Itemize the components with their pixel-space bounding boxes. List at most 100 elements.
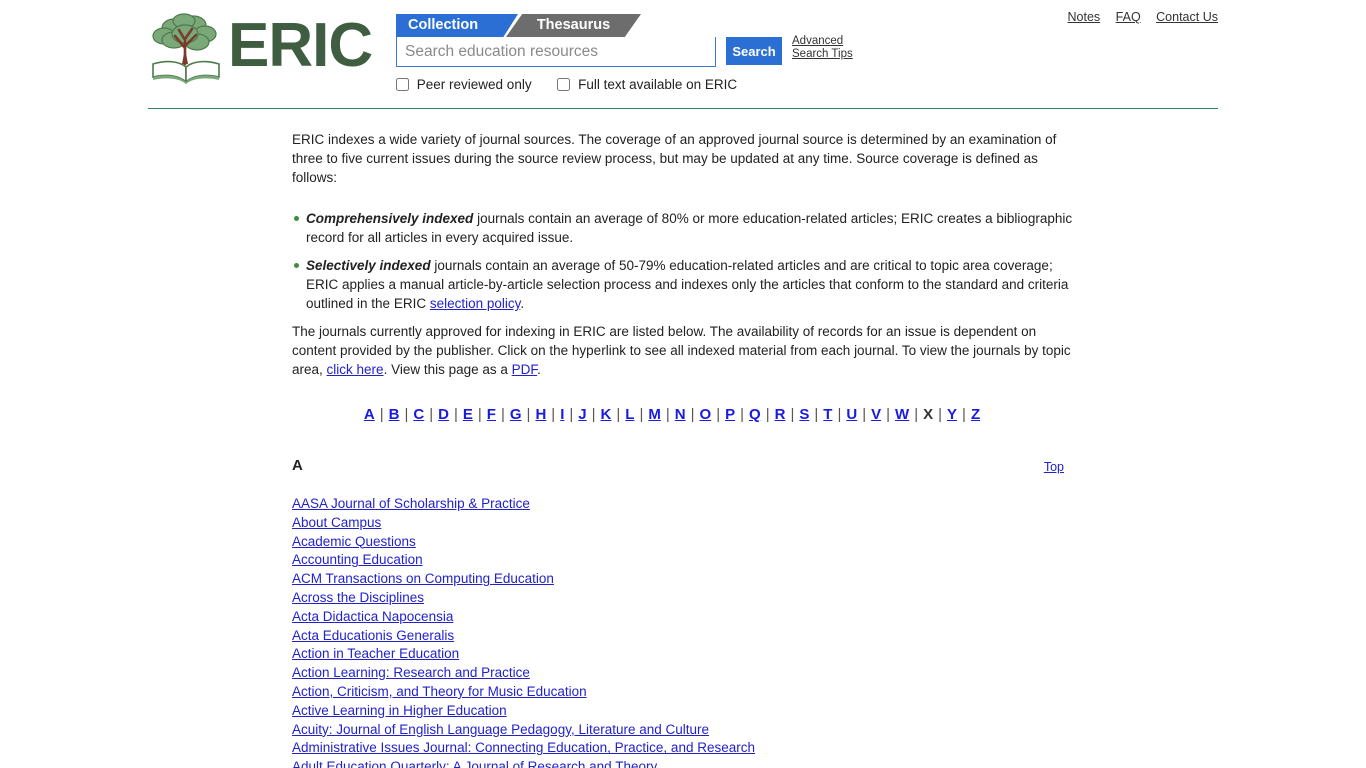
alphabet-link-y[interactable]: Y xyxy=(946,406,958,423)
alphabet-link-v[interactable]: V xyxy=(870,406,882,423)
tab-collection[interactable]: Collection xyxy=(396,14,518,37)
alphabet-separator: | xyxy=(453,406,458,423)
alphabet-separator: | xyxy=(962,406,966,423)
alphabet-separator: | xyxy=(837,406,842,423)
alphabet-link-t[interactable]: T xyxy=(822,406,833,423)
alphabet-link-e[interactable]: E xyxy=(462,406,474,423)
alphabet-link-b[interactable]: B xyxy=(388,406,401,423)
alphabet-link-s[interactable]: S xyxy=(798,406,810,423)
alphabet-link-w[interactable]: W xyxy=(894,406,910,423)
alphabet-link-d[interactable]: D xyxy=(437,406,450,423)
coverage-definitions: Comprehensively indexed journals contain… xyxy=(292,209,1082,313)
alphabet-separator: | xyxy=(914,406,919,423)
filter-peer-reviewed[interactable]: Peer reviewed only xyxy=(396,77,532,92)
search-input[interactable] xyxy=(396,37,716,67)
alphabet-separator: | xyxy=(716,406,721,423)
eric-logo[interactable]: ERIC xyxy=(148,11,378,84)
journal-link[interactable]: Action Learning: Research and Practice xyxy=(292,665,530,680)
alphabet-separator: | xyxy=(790,406,795,423)
journal-link[interactable]: Accounting Education xyxy=(292,552,423,567)
main-content: ERIC indexes a wide variety of journal s… xyxy=(292,130,1082,768)
alphabet-link-z[interactable]: Z xyxy=(970,406,981,423)
page-root: ERIC Collection Thesaurus Search Advance… xyxy=(0,0,1366,768)
search-filters: Peer reviewed only Full text available o… xyxy=(396,77,1016,97)
alphabet-link-p[interactable]: P xyxy=(724,406,736,423)
journal-link[interactable]: Academic Questions xyxy=(292,534,416,549)
nav-faq[interactable]: FAQ xyxy=(1116,10,1141,24)
search-button[interactable]: Search xyxy=(726,37,782,65)
alphabet-link-j[interactable]: J xyxy=(577,406,587,423)
journal-link[interactable]: Active Learning in Higher Education xyxy=(292,703,507,718)
alphabet-link-c[interactable]: C xyxy=(412,406,425,423)
alphabet-nav: A | B | C | D | E | F | G | H | I | J | K | L | M | N | O | P | Q | R | S | T |… xyxy=(292,405,1052,424)
list-item: Action in Teacher Education xyxy=(292,645,1082,664)
alphabet-link-o[interactable]: O xyxy=(699,406,713,423)
alphabet-link-g[interactable]: G xyxy=(509,406,523,423)
journal-link[interactable]: Acta Didactica Napocensia xyxy=(292,609,453,624)
search-scope-tabs: Collection Thesaurus xyxy=(396,14,796,37)
click-here-link[interactable]: click here xyxy=(327,362,384,377)
journal-link[interactable]: Acta Educationis Generalis xyxy=(292,628,454,643)
alphabet-link-m[interactable]: M xyxy=(647,406,662,423)
alphabet-separator: | xyxy=(404,406,409,423)
utility-nav: Notes FAQ Contact Us xyxy=(1056,10,1218,24)
list-item: Accounting Education xyxy=(292,551,1082,570)
header-divider xyxy=(148,108,1218,109)
list-item: ACM Transactions on Computing Education xyxy=(292,570,1082,589)
listing-paragraph: The journals currently approved for inde… xyxy=(292,322,1074,379)
journal-link[interactable]: Acuity: Journal of English Language Peda… xyxy=(292,722,709,737)
peer-reviewed-label: Peer reviewed only xyxy=(416,77,532,92)
list-item: Across the Disciplines xyxy=(292,589,1082,608)
alphabet-separator: | xyxy=(862,406,867,423)
alphabet-separator: | xyxy=(765,406,770,423)
journal-link[interactable]: About Campus xyxy=(292,515,381,530)
alphabet-separator: | xyxy=(814,406,819,423)
search-tips-link[interactable]: Search Tips xyxy=(792,48,912,61)
full-text-checkbox[interactable] xyxy=(557,78,571,91)
alphabet-link-k[interactable]: K xyxy=(600,406,613,423)
tree-on-book-icon xyxy=(148,12,226,84)
nav-notes[interactable]: Notes xyxy=(1068,10,1101,24)
alphabet-link-n[interactable]: N xyxy=(674,406,687,423)
intro-paragraph: ERIC indexes a wide variety of journal s… xyxy=(292,132,1057,185)
journal-link[interactable]: Action in Teacher Education xyxy=(292,646,459,661)
journal-link[interactable]: ACM Transactions on Computing Education xyxy=(292,571,554,586)
alphabet-separator: | xyxy=(526,406,531,423)
alphabet-link-a[interactable]: A xyxy=(363,406,376,423)
list-item: Acuity: Journal of English Language Peda… xyxy=(292,721,1082,740)
site-header: ERIC Collection Thesaurus Search Advance… xyxy=(0,0,1366,110)
alphabet-separator: | xyxy=(551,406,556,423)
alphabet-link-f[interactable]: F xyxy=(486,406,497,423)
journal-link[interactable]: Adult Education Quarterly: A Journal of … xyxy=(292,759,657,768)
logo-wordmark: ERIC xyxy=(228,11,373,80)
alphabet-link-h[interactable]: H xyxy=(534,406,547,423)
coverage-item-selective: Selectively indexed journals contain an … xyxy=(292,256,1082,313)
alphabet-link-l[interactable]: L xyxy=(624,406,635,423)
listing-text-after: . xyxy=(537,362,541,377)
coverage-term-comprehensive: Comprehensively indexed xyxy=(306,211,474,226)
peer-reviewed-checkbox[interactable] xyxy=(396,78,409,91)
alphabet-link-r[interactable]: R xyxy=(774,406,787,423)
alphabet-separator: | xyxy=(500,406,505,423)
list-item: AASA Journal of Scholarship & Practice xyxy=(292,495,1082,514)
journal-link[interactable]: Across the Disciplines xyxy=(292,590,424,605)
alphabet-separator: | xyxy=(886,406,891,423)
tab-thesaurus[interactable]: Thesaurus xyxy=(506,14,641,37)
alphabet-separator: | xyxy=(690,406,695,423)
back-to-top-link[interactable]: Top xyxy=(1044,458,1064,477)
nav-contact-us[interactable]: Contact Us xyxy=(1156,10,1218,24)
pdf-link[interactable]: PDF xyxy=(512,362,538,377)
alphabet-link-u[interactable]: U xyxy=(845,406,858,423)
coverage-text-selective-after: . xyxy=(520,296,525,311)
journal-link[interactable]: AASA Journal of Scholarship & Practice xyxy=(292,496,530,511)
section-header-a: A Top xyxy=(292,456,1074,476)
selection-policy-link[interactable]: selection policy xyxy=(430,296,521,311)
journal-link[interactable]: Action, Criticism, and Theory for Music … xyxy=(292,684,587,699)
journal-link[interactable]: Administrative Issues Journal: Connectin… xyxy=(292,740,755,755)
alphabet-link-q[interactable]: Q xyxy=(748,406,762,423)
advanced-search-link[interactable]: Advanced xyxy=(792,35,912,48)
filter-full-text[interactable]: Full text available on ERIC xyxy=(557,77,737,92)
alphabet-separator: | xyxy=(740,406,745,423)
list-item: Action Learning: Research and Practice xyxy=(292,664,1082,683)
list-item: Adult Education Quarterly: A Journal of … xyxy=(292,758,1082,768)
